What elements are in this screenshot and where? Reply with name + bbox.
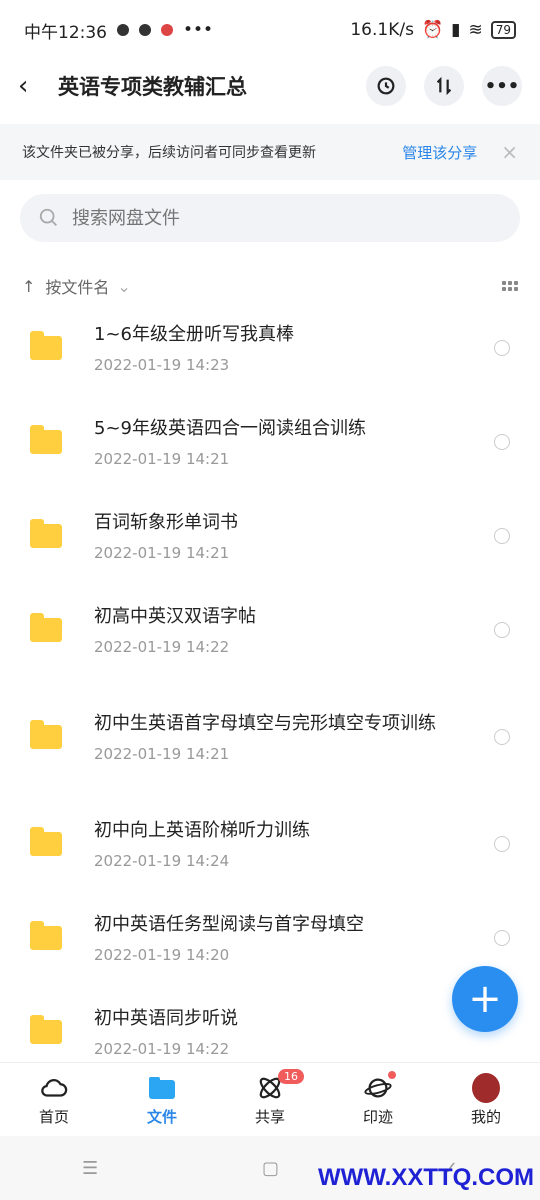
file-date: 2022-01-19 14:22 — [94, 638, 230, 656]
sort-row[interactable]: ↑ 按文件名 ⌄ — [0, 270, 540, 302]
folder-icon — [30, 921, 62, 950]
file-name: 初高中英汉双语字帖 — [94, 606, 256, 627]
back-icon[interactable]: ‹ — [18, 71, 48, 101]
file-name: 百词斩象形单词书 — [94, 512, 238, 533]
sort-button[interactable] — [424, 66, 464, 106]
sort-arrows-icon — [436, 76, 452, 96]
chevron-down-icon: ⌄ — [117, 276, 131, 296]
page-title: 英语专项类教辅汇总 — [58, 75, 247, 99]
manage-share-link[interactable]: 管理该分享 — [402, 142, 477, 163]
file-date: 2022-01-19 14:21 — [94, 450, 230, 468]
folder-icon — [148, 1074, 176, 1102]
notification-badge: 16 — [278, 1069, 304, 1084]
notification-icon — [161, 24, 173, 36]
file-name: 初中向上英语阶梯听力训练 — [94, 820, 310, 841]
folder-icon — [30, 425, 62, 454]
search-input[interactable] — [70, 206, 474, 230]
tab-label: 首页 — [38, 1107, 69, 1126]
tab-label: 文件 — [146, 1107, 177, 1126]
sort-label[interactable]: 按文件名 — [45, 274, 109, 298]
select-radio[interactable] — [494, 340, 510, 356]
folder-icon — [30, 331, 62, 360]
tab-home[interactable]: 首页 — [0, 1063, 108, 1137]
app-bar: ‹ 英语专项类教辅汇总 ••• — [0, 60, 540, 112]
select-radio[interactable] — [494, 930, 510, 946]
tab-label: 印迹 — [362, 1107, 393, 1126]
tab-label: 共享 — [254, 1107, 285, 1126]
more-button[interactable]: ••• — [482, 66, 522, 106]
folder-icon — [30, 519, 62, 548]
notification-icon — [117, 24, 129, 36]
home-icon[interactable]: ▢ — [262, 1158, 279, 1179]
cloud-icon — [40, 1074, 68, 1102]
folder-icon — [30, 1015, 62, 1044]
file-name: 初中生英语首字母填空与完形填空专项训练 — [94, 713, 436, 734]
more-icon: ••• — [484, 75, 520, 97]
close-icon[interactable]: × — [501, 140, 518, 164]
file-date: 2022-01-19 14:24 — [94, 852, 230, 870]
sort-arrow-icon: ↑ — [22, 276, 36, 296]
notification-dot — [388, 1071, 396, 1079]
status-more: ••• — [183, 20, 214, 40]
share-banner: 该文件夹已被分享，后续访问者可同步查看更新 管理该分享 × — [0, 124, 540, 180]
search-icon — [39, 208, 57, 226]
select-radio[interactable] — [494, 622, 510, 638]
select-radio[interactable] — [494, 528, 510, 544]
select-radio[interactable] — [494, 836, 510, 852]
tab-share[interactable]: 16 共享 — [216, 1063, 324, 1137]
wifi-icon: ≋ — [468, 20, 483, 40]
file-name: 1~6年级全册听写我真棒 — [94, 324, 294, 345]
list-item[interactable]: 百词斩象形单词书 2022-01-19 14:21 — [0, 498, 540, 574]
file-date: 2022-01-19 14:21 — [94, 544, 230, 562]
list-item[interactable]: 初中向上英语阶梯听力训练 2022-01-19 14:24 — [0, 806, 540, 882]
search-bar[interactable] — [20, 194, 520, 242]
status-time: 中午12:36 — [24, 22, 107, 43]
status-bar: 中午12:36 ••• 16.1K/s ⏰ ▮ ≋ 79 — [0, 0, 540, 60]
alarm-icon: ⏰ — [421, 20, 444, 40]
folder-icon — [30, 827, 62, 856]
tab-bar: 首页 文件 16 共享 印迹 我的 — [0, 1062, 540, 1137]
file-name: 初中英语任务型阅读与首字母填空 — [94, 914, 364, 935]
add-button[interactable]: + — [452, 966, 518, 1032]
file-date: 2022-01-19 14:22 — [94, 1040, 230, 1058]
menu-icon[interactable]: ☰ — [82, 1158, 98, 1179]
notification-icon — [139, 24, 151, 36]
select-radio[interactable] — [494, 729, 510, 745]
file-list: 1~6年级全册听写我真棒 2022-01-19 14:23 5~9年级英语四合一… — [0, 310, 540, 1070]
list-item[interactable]: 初中英语任务型阅读与首字母填空 2022-01-19 14:20 — [0, 900, 540, 976]
file-name: 5~9年级英语四合一阅读组合训练 — [94, 418, 366, 439]
tab-label: 我的 — [470, 1107, 501, 1126]
planet-icon — [364, 1074, 392, 1102]
network-speed: 16.1K/s — [350, 20, 414, 40]
list-item[interactable]: 1~6年级全册听写我真棒 2022-01-19 14:23 — [0, 310, 540, 386]
folder-icon — [30, 720, 62, 749]
watermark: WWW.XXTTQ.COM — [318, 1164, 534, 1191]
select-radio[interactable] — [494, 434, 510, 450]
share-message: 该文件夹已被分享，后续访问者可同步查看更新 — [22, 145, 316, 161]
list-item[interactable]: 5~9年级英语四合一阅读组合训练 2022-01-19 14:21 — [0, 404, 540, 480]
battery-indicator: 79 — [490, 21, 516, 39]
tab-footprint[interactable]: 印迹 — [324, 1063, 432, 1137]
grid-view-icon[interactable] — [502, 281, 518, 291]
file-date: 2022-01-19 14:20 — [94, 946, 230, 964]
list-item[interactable]: 初高中英汉双语字帖 2022-01-19 14:22 — [0, 592, 540, 668]
file-date: 2022-01-19 14:23 — [94, 356, 230, 374]
list-item[interactable]: 初中生英语首字母填空与完形填空专项训练 2022-01-19 14:21 — [0, 686, 540, 788]
history-button[interactable] — [366, 66, 406, 106]
tab-me[interactable]: 我的 — [432, 1063, 540, 1137]
history-icon — [377, 77, 395, 95]
folder-icon — [30, 613, 62, 642]
file-date: 2022-01-19 14:21 — [94, 745, 230, 763]
signal-icon: ▮ — [451, 20, 461, 40]
file-name: 初中英语同步听说 — [94, 1008, 238, 1029]
avatar — [472, 1072, 500, 1103]
tab-files[interactable]: 文件 — [108, 1063, 216, 1137]
